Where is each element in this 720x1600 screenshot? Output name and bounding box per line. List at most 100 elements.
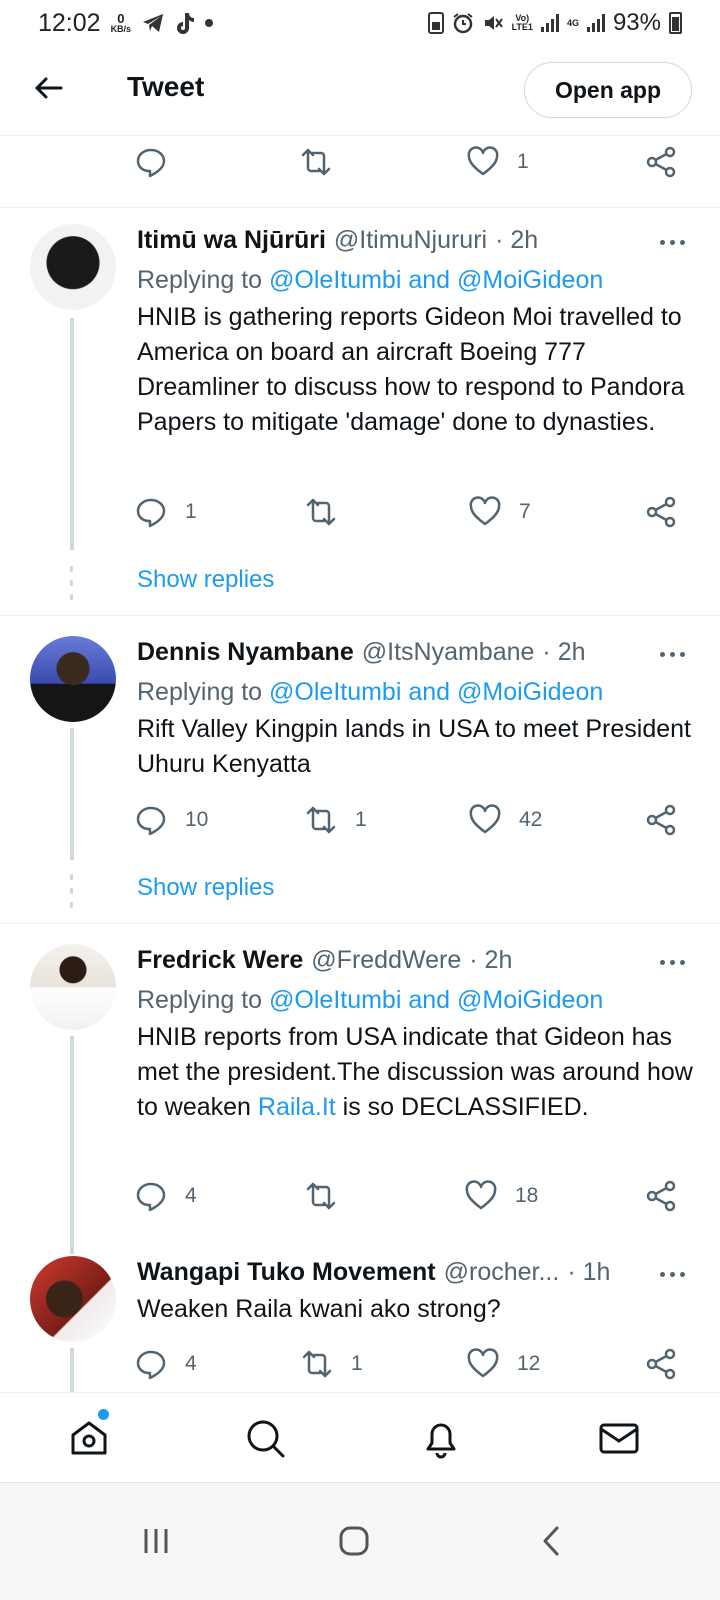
tweet-header: Wangapi Tuko Movement @rocher... · 1h <box>137 1258 610 1287</box>
heart-icon <box>469 804 501 834</box>
replying-to: Replying to @OleItumbi and @MoiGideon <box>137 986 604 1014</box>
user-name[interactable]: Dennis Nyambane <box>137 638 354 667</box>
like-button[interactable]: 18 <box>465 1180 538 1212</box>
bell-icon <box>426 1423 456 1459</box>
alarm-icon <box>452 13 473 34</box>
retweet-button[interactable]: 1 <box>305 804 367 836</box>
reply-button[interactable]: 4 <box>135 1180 197 1212</box>
signal-icon-2 <box>586 14 605 32</box>
retweet-button[interactable] <box>300 146 350 178</box>
nav-notifications[interactable] <box>418 1415 464 1461</box>
retweet-icon <box>306 806 336 834</box>
more-options-button[interactable] <box>652 952 692 972</box>
recent-apps-button[interactable] <box>136 1521 176 1561</box>
share-button[interactable] <box>645 1180 677 1212</box>
tweet-text: HNIB is gathering reports Gideon Moi tra… <box>137 303 685 436</box>
system-nav-bar <box>0 1482 720 1600</box>
home-icon <box>71 1421 107 1455</box>
retweet-button[interactable] <box>305 1180 355 1212</box>
network-type: 4G <box>566 17 579 28</box>
thread-line <box>70 728 74 860</box>
status-bar: 12:02 0 KB/s Vo) LTE1 4G 93% <box>0 0 720 46</box>
reply-button[interactable]: 1 <box>135 496 197 528</box>
share-button[interactable] <box>645 804 677 836</box>
more-options-button[interactable] <box>652 644 692 664</box>
share-button[interactable] <box>645 146 677 178</box>
retweet-icon <box>306 1182 336 1210</box>
like-button[interactable]: 42 <box>469 804 542 836</box>
mail-icon <box>599 1423 639 1454</box>
reply-button[interactable] <box>135 146 185 178</box>
retweet-button[interactable]: 1 <box>301 1348 363 1380</box>
avatar[interactable] <box>30 224 116 310</box>
tweet-text: Weaken Raila kwani ako strong? <box>137 1295 501 1323</box>
user-name[interactable]: Fredrick Were <box>137 946 303 975</box>
more-options-button[interactable] <box>652 1264 692 1284</box>
user-handle[interactable]: @ItimuNjururi <box>334 226 487 255</box>
tweet-item[interactable]: Wangapi Tuko Movement @rocher... · 1h We… <box>0 1254 720 1392</box>
replying-to: Replying to @OleItumbi and @MoiGideon <box>137 678 604 706</box>
battery-icon <box>669 12 682 34</box>
share-button[interactable] <box>645 1348 677 1380</box>
more-options-button[interactable] <box>652 232 692 252</box>
retweet-icon <box>302 1350 332 1378</box>
nav-messages[interactable] <box>596 1415 642 1461</box>
thread-dots <box>70 566 74 600</box>
reply-icon <box>136 1350 166 1380</box>
network-speed: 0 KB/s <box>110 11 132 34</box>
retweet-button[interactable] <box>305 496 355 528</box>
user-name[interactable]: Itimū wa Njūrūri <box>137 226 326 255</box>
tweet-text: HNIB reports from USA indicate that Gide… <box>137 1023 693 1121</box>
heart-icon <box>465 1180 497 1210</box>
home-system-button[interactable] <box>334 1521 374 1561</box>
open-app-button[interactable]: Open app <box>524 62 692 118</box>
tweet-time: · 1h <box>567 1258 611 1286</box>
heart-icon <box>467 1348 499 1378</box>
share-icon <box>646 804 676 836</box>
nav-home[interactable] <box>66 1415 112 1461</box>
notification-dot-icon <box>205 19 214 27</box>
nav-search[interactable] <box>242 1415 288 1461</box>
tweet-time: · 2h <box>469 946 513 974</box>
tweet-header: Itimū wa Njūrūri @ItimuNjururi · 2h <box>137 226 538 255</box>
back-system-button[interactable] <box>532 1521 572 1561</box>
reply-button[interactable]: 4 <box>135 1348 197 1380</box>
share-button[interactable] <box>645 496 677 528</box>
reply-icon <box>136 148 166 178</box>
like-button[interactable]: 7 <box>469 496 531 528</box>
tweet-item[interactable]: Fredrick Were @FreddWere · 2h Replying t… <box>0 924 720 1254</box>
avatar[interactable] <box>30 944 116 1030</box>
replying-to-link[interactable]: @OleItumbi and @MoiGideon <box>269 266 603 294</box>
share-icon <box>646 1180 676 1212</box>
tweet-action-bar: 4 18 <box>135 1180 690 1220</box>
user-handle[interactable]: @ItsNyambane <box>362 638 535 667</box>
user-name[interactable]: Wangapi Tuko Movement <box>137 1258 436 1287</box>
replying-to-link[interactable]: @OleItumbi and @MoiGideon <box>269 678 603 706</box>
user-handle[interactable]: @FreddWere <box>311 946 461 975</box>
home-circle-icon <box>339 1526 369 1556</box>
tweet-item[interactable]: Itimū wa Njūrūri @ItimuNjururi · 2h Repl… <box>0 208 720 616</box>
replying-to: Replying to @OleItumbi and @MoiGideon <box>137 266 604 294</box>
status-time: 12:02 <box>38 8 101 37</box>
share-icon <box>646 1348 676 1380</box>
signal-icon <box>540 14 559 32</box>
tweet-item[interactable]: Dennis Nyambane @ItsNyambane · 2h Replyi… <box>0 616 720 924</box>
tiktok-icon <box>177 13 195 34</box>
battery-percent: 93% <box>612 9 661 36</box>
like-button[interactable]: 1 <box>467 146 529 178</box>
retweet-icon <box>301 148 331 176</box>
share-icon <box>646 496 676 528</box>
avatar[interactable] <box>30 636 116 722</box>
like-button[interactable]: 12 <box>467 1348 540 1380</box>
avatar[interactable] <box>30 1256 116 1342</box>
back-button[interactable] <box>28 68 68 108</box>
sim-icon <box>427 12 444 34</box>
replying-to-link[interactable]: @OleItumbi and @MoiGideon <box>269 986 603 1014</box>
show-replies-link[interactable]: Show replies <box>137 566 274 594</box>
tweet-header: Fredrick Were @FreddWere · 2h <box>137 946 512 975</box>
reply-button[interactable]: 10 <box>135 804 208 836</box>
retweet-icon <box>306 498 336 526</box>
show-replies-link[interactable]: Show replies <box>137 874 274 902</box>
user-handle[interactable]: @rocher... <box>444 1258 560 1287</box>
hashtag-link[interactable]: Raila.It <box>258 1093 336 1121</box>
